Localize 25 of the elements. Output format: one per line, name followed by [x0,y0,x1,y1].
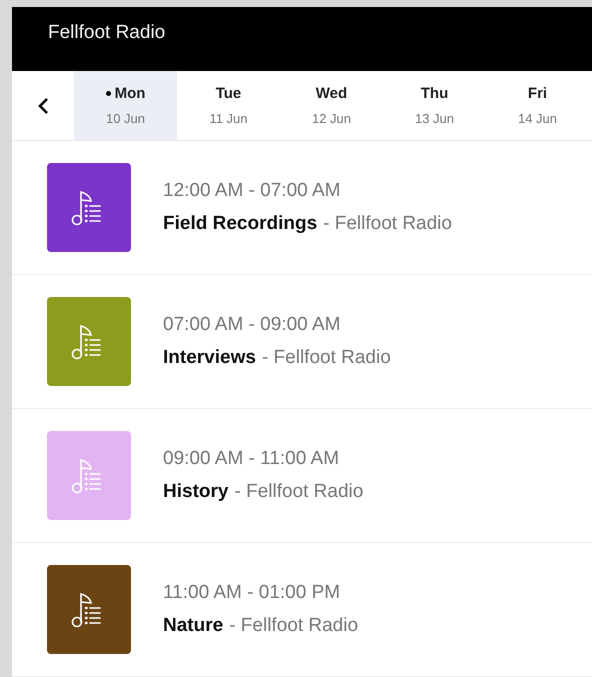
programme-time: 12:00 AM - 07:00 AM [163,179,342,203]
programme-station: - Fellfoot Radio [234,480,364,504]
day-name: Mon [114,84,146,104]
day-date: 11 Jun [209,110,248,128]
header-title: Fellfoot Radio [48,22,166,43]
programme-title: Nature [163,614,224,638]
day-name: Fri [528,84,548,104]
programme-station: - Fellfoot Radio [229,614,358,638]
day-date: 14 Jun [518,110,558,128]
programme-station: - Fellfoot Radio [323,212,452,236]
programme-station: - Fellfoot Radio [262,346,391,370]
chevron-left-icon [37,96,49,115]
programme-title: History [163,480,228,504]
programme-time: 11:00 AM - 01:00 PM [163,581,342,605]
day-name: Thu [420,84,448,104]
programme-time: 09:00 AM - 11:00 AM [163,447,340,471]
programme-title: Field Recordings [163,212,318,236]
day-name: Wed [316,84,348,104]
day-name: Tue [216,84,242,104]
programme-time: 07:00 AM - 09:00 AM [163,313,342,337]
day-date: 13 Jun [414,110,454,128]
day-date: 12 Jun [312,110,352,128]
programme-title: Interviews [163,346,256,370]
day-date: 10 Jun [106,110,146,128]
day-tab[interactable]: Mon 10 Jun [74,71,177,140]
